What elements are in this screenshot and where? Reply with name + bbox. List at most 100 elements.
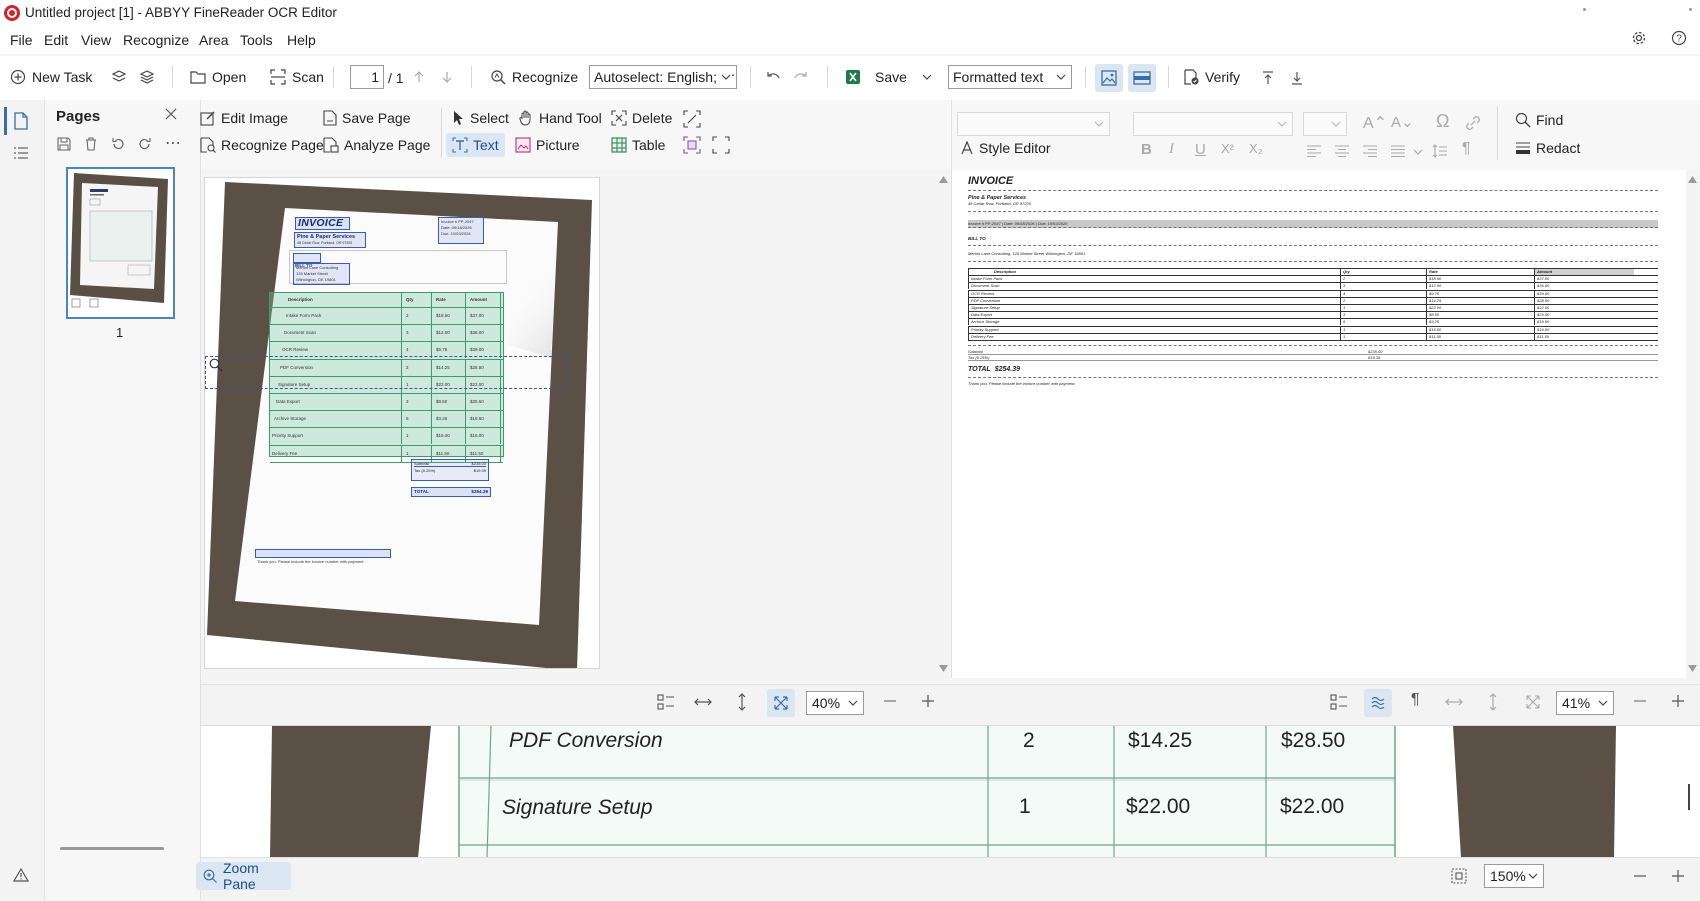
- hyperlink-icon[interactable]: [1464, 115, 1482, 131]
- text-fit-height-icon[interactable]: [1487, 693, 1499, 711]
- page-image[interactable]: INVOICE Pine & Paper Services 48 Cedar R…: [204, 177, 600, 669]
- image-fit-list-icon[interactable]: [657, 694, 675, 710]
- show-paragraph-marks-icon[interactable]: ¶: [1411, 691, 1420, 709]
- text-area-block[interactable]: Merlon Lane Consulting 126 Market Street…: [293, 263, 350, 285]
- align-left-icon[interactable]: [1306, 145, 1322, 157]
- previous-error-icon[interactable]: [1261, 70, 1275, 86]
- redo-icon[interactable]: [792, 70, 810, 84]
- scan-button[interactable]: Scan: [270, 62, 324, 92]
- next-page-arrow-icon[interactable]: [440, 70, 454, 84]
- image-pane-scrollbar[interactable]: [936, 170, 951, 678]
- delete-area-button[interactable]: Delete: [611, 106, 672, 130]
- table-area-button[interactable]: Table: [611, 133, 665, 157]
- zoom-pane[interactable]: PDF Conversion 2 $14.25 $28.50 Signature…: [201, 725, 1700, 858]
- zoom-out-minus-icon[interactable]: [883, 694, 897, 708]
- zoom-region-indicator[interactable]: [205, 356, 567, 389]
- font-size-select[interactable]: [1303, 112, 1347, 136]
- bold-icon[interactable]: B: [1141, 141, 1152, 158]
- image-zoom-select[interactable]: 40%: [806, 691, 864, 715]
- show-text-toggle[interactable]: [1128, 64, 1156, 92]
- scroll-up-arrow-icon[interactable]: [1688, 176, 1697, 183]
- best-fit-toggle[interactable]: [767, 689, 795, 717]
- list-panel-icon[interactable]: [13, 146, 29, 160]
- more-options-icon[interactable]: ⋯: [165, 133, 181, 153]
- text-best-fit-icon[interactable]: [1525, 694, 1541, 710]
- analyze-page-button[interactable]: Analyze Page: [323, 133, 430, 157]
- superscript-icon[interactable]: X²: [1221, 141, 1234, 156]
- rotate-right-icon[interactable]: [138, 137, 152, 151]
- justify-icon[interactable]: [1390, 145, 1406, 157]
- find-button[interactable]: Find: [1515, 108, 1563, 132]
- text-pane-scrollbar[interactable]: [1686, 170, 1700, 678]
- window-control-dot[interactable]: [1689, 8, 1692, 11]
- text-editor-pane[interactable]: INVOICE Pine & Paper Services 48 Cedar R…: [951, 170, 1687, 678]
- pages-scrollbar[interactable]: [60, 847, 164, 850]
- show-image-toggle[interactable]: [1095, 64, 1123, 92]
- verify-button[interactable]: Verify: [1183, 62, 1240, 92]
- underline-icon[interactable]: U: [1195, 141, 1206, 158]
- previous-page-arrow-icon[interactable]: [412, 70, 426, 84]
- save-layers-button[interactable]: [138, 62, 162, 92]
- chevron-down-icon[interactable]: [1413, 148, 1423, 156]
- style-editor-button[interactable]: Style Editor: [960, 136, 1051, 160]
- text-area-block[interactable]: INVOICE: [295, 217, 350, 230]
- background-area-icon[interactable]: [683, 136, 701, 154]
- italic-icon[interactable]: I: [1169, 141, 1174, 158]
- zoom-pane-zoom-out-icon[interactable]: [1633, 869, 1647, 883]
- text-area-block[interactable]: Invoice # PP-2047 Date: 09/18/2026 Due: …: [438, 217, 484, 244]
- zoom-in-plus-icon[interactable]: [921, 694, 935, 708]
- style-select[interactable]: [957, 112, 1110, 136]
- help-icon[interactable]: ?: [1671, 30, 1687, 46]
- chevron-down-icon[interactable]: [921, 71, 933, 83]
- area-cut-icon[interactable]: [683, 110, 701, 128]
- zoom-pane-button[interactable]: Zoom Pane: [196, 860, 291, 892]
- settings-gear-icon[interactable]: [1631, 30, 1647, 46]
- next-error-icon[interactable]: [1290, 70, 1304, 86]
- undo-icon[interactable]: [764, 70, 782, 84]
- open-layers-button[interactable]: [110, 62, 134, 92]
- menu-view[interactable]: View: [81, 32, 111, 48]
- text-area-block[interactable]: BILL TO: [293, 253, 321, 268]
- font-select[interactable]: [1133, 112, 1293, 136]
- show-formatting-toggle[interactable]: [1364, 689, 1392, 717]
- scroll-down-arrow-icon[interactable]: [939, 665, 948, 672]
- scroll-down-arrow-icon[interactable]: [1688, 665, 1697, 672]
- scroll-up-arrow-icon[interactable]: [939, 176, 948, 183]
- text-area-block[interactable]: Thank you. Please include the invoice nu…: [255, 549, 391, 564]
- text-area-button[interactable]: Text: [446, 133, 505, 157]
- zoom-pane-scrollbar[interactable]: [1688, 784, 1690, 810]
- special-character-omega-icon[interactable]: Ω: [1436, 111, 1449, 132]
- menu-edit[interactable]: Edit: [44, 32, 68, 48]
- align-right-icon[interactable]: [1362, 145, 1378, 157]
- text-area-block[interactable]: TOTAL $254.39: [411, 487, 491, 497]
- zoom-pane-fit-icon[interactable]: [1451, 868, 1467, 884]
- decrease-font-icon[interactable]: A⌄: [1391, 113, 1414, 131]
- menu-recognize[interactable]: Recognize: [123, 32, 189, 48]
- edit-image-button[interactable]: Edit Image: [200, 106, 288, 130]
- menu-file[interactable]: File: [10, 32, 33, 48]
- redact-button[interactable]: Redact: [1515, 136, 1580, 160]
- close-pages-pane-icon[interactable]: [165, 108, 177, 120]
- text-fit-width-icon[interactable]: [1445, 696, 1463, 708]
- picture-area-button[interactable]: Picture: [515, 133, 580, 157]
- text-area-block[interactable]: Subtotal $235.00 Tax (8.25%) $19.39: [411, 459, 489, 481]
- expand-area-icon[interactable]: [712, 136, 730, 154]
- pages-panel-icon[interactable]: [13, 112, 29, 130]
- align-center-icon[interactable]: [1334, 145, 1350, 157]
- save-page-icon[interactable]: [57, 137, 71, 151]
- fit-height-icon[interactable]: [736, 693, 748, 711]
- page-thumbnail[interactable]: [66, 167, 175, 319]
- text-area-block[interactable]: Pine & Paper Services 48 Cedar Row, Port…: [294, 232, 366, 248]
- line-spacing-icon[interactable]: [1432, 144, 1448, 158]
- subscript-icon[interactable]: X₂: [1249, 141, 1263, 156]
- save-button[interactable]: Save: [845, 62, 939, 92]
- recognize-button[interactable]: Recognize: [490, 62, 578, 92]
- hand-tool-button[interactable]: Hand Tool: [518, 106, 602, 130]
- recognize-page-button[interactable]: Recognize Page: [200, 133, 324, 157]
- save-page-button[interactable]: Save Page: [323, 106, 411, 130]
- text-list-icon[interactable]: [1330, 694, 1348, 710]
- text-zoom-in-plus-icon[interactable]: [1671, 694, 1685, 708]
- rotate-left-icon[interactable]: [111, 137, 125, 151]
- menu-help[interactable]: Help: [287, 32, 316, 48]
- zoom-pane-zoom-in-icon[interactable]: [1671, 869, 1685, 883]
